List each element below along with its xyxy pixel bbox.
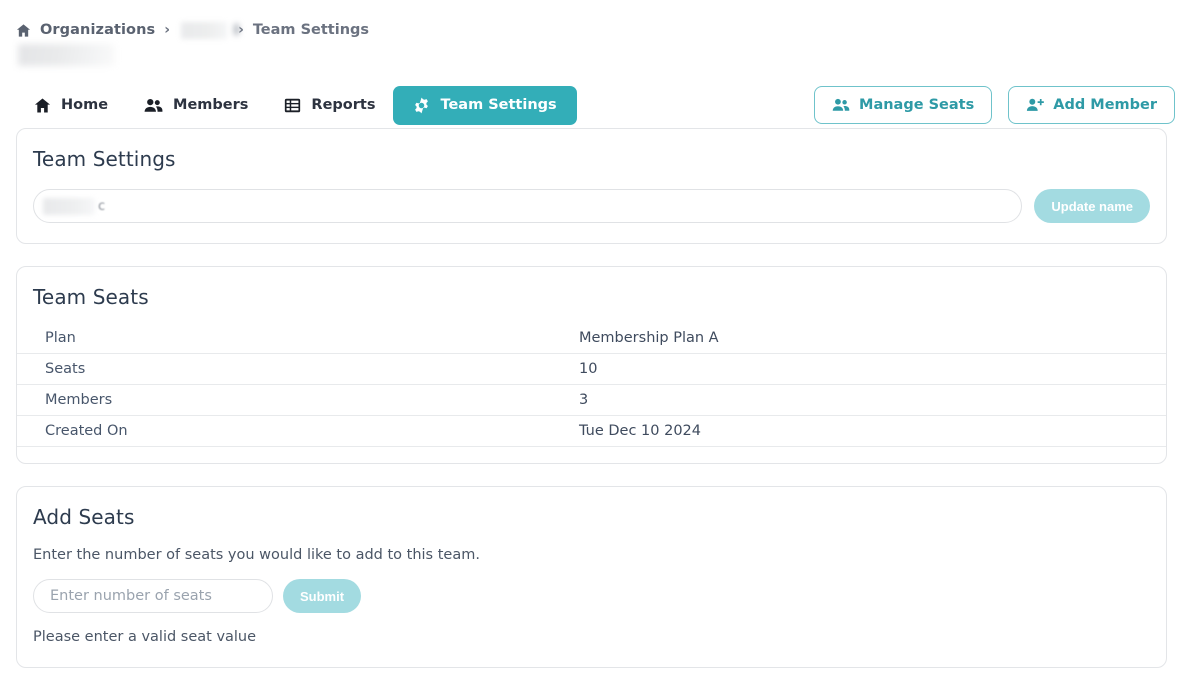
nav-item-members[interactable]: Members — [126, 86, 266, 125]
seats-error-message: Please enter a valid seat value — [17, 613, 1166, 645]
list-table-icon — [284, 97, 301, 114]
add-seats-row: Submit — [17, 563, 1166, 613]
org-title-redacted — [18, 44, 115, 66]
table-row: Seats 10 — [17, 354, 1166, 385]
row-label: Members — [17, 385, 579, 416]
breadcrumb-organizations[interactable]: Organizations — [40, 22, 155, 38]
people-icon — [144, 97, 163, 114]
nav-item-label: Team Settings — [440, 97, 556, 113]
nav-item-reports[interactable]: Reports — [266, 86, 393, 125]
nav-item-label: Home — [61, 97, 108, 113]
submit-seats-button[interactable]: Submit — [283, 579, 361, 613]
row-value: Tue Dec 10 2024 — [579, 416, 1166, 447]
table-row: Members 3 — [17, 385, 1166, 416]
nav-bar: Home Members — [0, 82, 1191, 128]
row-value: Membership Plan A — [579, 323, 1166, 354]
add-seats-title: Add Seats — [17, 487, 1166, 529]
row-value: 3 — [579, 385, 1166, 416]
breadcrumb-current: Team Settings — [253, 22, 369, 38]
team-name-trailing-char: c — [98, 199, 105, 214]
home-icon — [16, 23, 31, 38]
row-label: Seats — [17, 354, 579, 385]
nav-tabs: Home Members — [16, 86, 577, 125]
breadcrumb-org-redacted[interactable] — [181, 22, 227, 39]
breadcrumb-separator-1: › — [164, 23, 170, 37]
nav-item-label: Reports — [311, 97, 375, 113]
table-row: Plan Membership Plan A — [17, 323, 1166, 354]
home-icon — [34, 97, 51, 114]
manage-seats-button[interactable]: Manage Seats — [814, 86, 992, 124]
gear-icon — [413, 97, 430, 114]
nav-item-home[interactable]: Home — [16, 86, 126, 125]
person-plus-icon — [1026, 97, 1044, 113]
team-name-input[interactable]: c — [33, 189, 1022, 223]
table-row: Created On Tue Dec 10 2024 — [17, 416, 1166, 447]
add-member-button[interactable]: Add Member — [1008, 86, 1175, 124]
team-name-row: c Update name — [17, 171, 1166, 223]
row-value: 10 — [579, 354, 1166, 385]
add-seats-card: Add Seats Enter the number of seats you … — [16, 486, 1167, 668]
row-label: Plan — [17, 323, 579, 354]
team-seats-table: Plan Membership Plan A Seats 10 Members … — [17, 323, 1166, 447]
team-settings-card: Team Settings c Update name — [16, 128, 1167, 244]
team-seats-title: Team Seats — [17, 267, 1166, 309]
seats-input[interactable] — [33, 579, 273, 613]
nav-item-team-settings[interactable]: Team Settings — [393, 86, 576, 125]
row-label: Created On — [17, 416, 579, 447]
people-icon — [832, 97, 850, 113]
team-settings-title: Team Settings — [17, 129, 1166, 171]
nav-item-label: Members — [173, 97, 248, 113]
add-seats-description: Enter the number of seats you would like… — [17, 529, 1166, 563]
add-member-label: Add Member — [1053, 97, 1157, 113]
team-name-redacted-value — [43, 198, 95, 215]
update-name-button[interactable]: Update name — [1034, 189, 1150, 223]
manage-seats-label: Manage Seats — [859, 97, 974, 113]
nav-actions: Manage Seats Add Member — [814, 86, 1175, 124]
page-root: Organizations › › Team Settings Home — [0, 0, 1191, 674]
team-seats-card: Team Seats Plan Membership Plan A Seats … — [16, 266, 1167, 464]
breadcrumb: Organizations › › Team Settings — [0, 0, 1191, 30]
